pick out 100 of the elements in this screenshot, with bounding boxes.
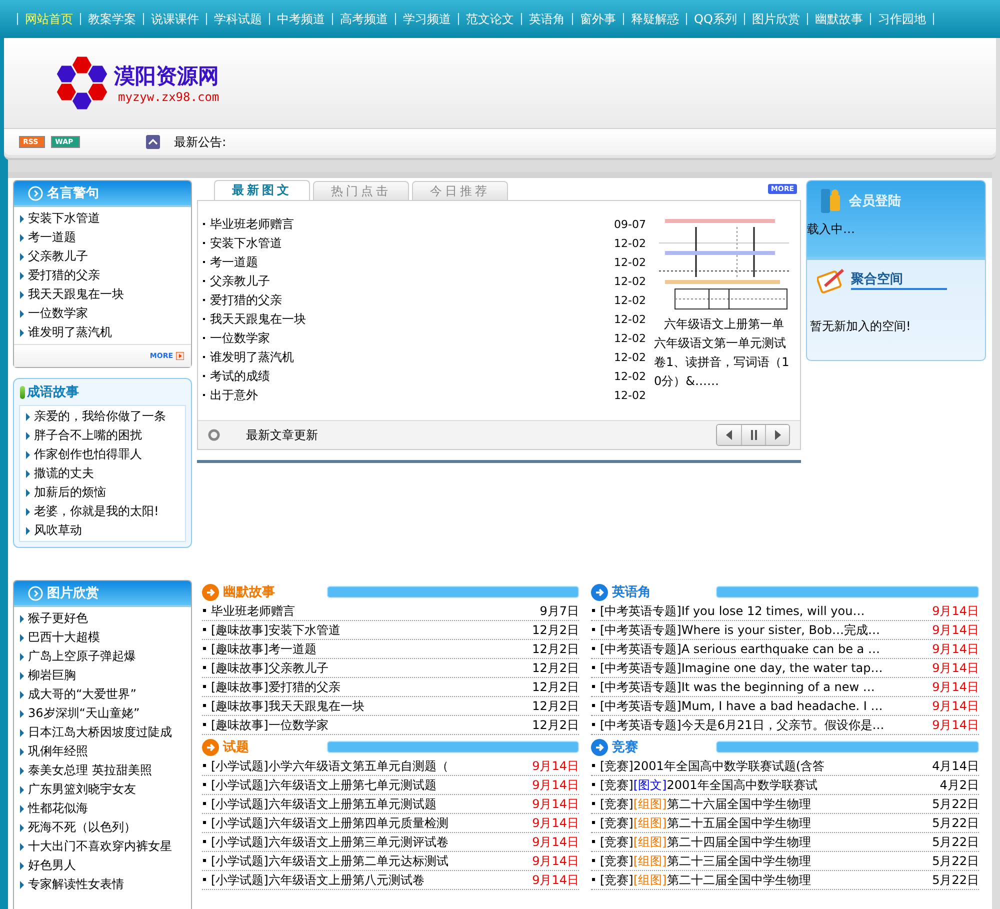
sidebar-link[interactable]: 加薪后的烦恼 [26,483,179,502]
article-link[interactable]: [中考英语专题]It was the beginning of a new … [591,678,928,696]
article-date: 12月2日 [531,640,579,658]
article-link[interactable]: 爱打猎的父亲 [202,292,614,309]
tab[interactable]: 最新图文 [214,180,310,200]
sidebar-link[interactable]: 十大出门不喜欢穿内裤女星 [20,837,185,856]
article-date: 12-02 [614,389,646,402]
article-link[interactable]: 一位数学家 [202,330,614,347]
article-link[interactable]: [小学试题]六年级语文上册第七单元测试题 [202,776,528,794]
article-date: 12-02 [614,370,646,383]
article-link[interactable]: 毕业班老师赠言 [202,602,536,620]
article-link[interactable]: [小学试题]六年级语文上册第四单元质量检测 [202,814,528,832]
article-link[interactable]: 出于意外 [202,387,614,404]
sidebar-link[interactable]: 成大哥的“大爱世界” [20,685,185,704]
sidebar-link[interactable]: 专家解读性女表情 [20,875,185,894]
article-date: 12-02 [614,332,646,345]
sidebar-link[interactable]: 作家创作也怕得罪人 [26,445,179,464]
article-date: 9月14日 [531,872,579,888]
article-link[interactable]: [小学试题]六年级语文上册第三单元测评试卷 [202,834,528,850]
article-link[interactable]: [竞赛][组图]第二十六届全国中学生物理 [591,796,928,812]
article-link[interactable]: [趣味故事]考一道题 [202,640,528,658]
panel-title: 名言警句 [47,184,99,202]
sidebar-link[interactable]: 广岛上空原子弹起爆 [20,647,185,666]
article-link[interactable]: [中考英语专题]Imagine one day, the water tap… [591,660,928,676]
article-date: 9月14日 [931,698,979,714]
article-link[interactable]: [趣味故事]我天天跟鬼在一块 [202,698,528,714]
sidebar-link[interactable]: 广东男篮刘晓宇女友 [20,780,185,799]
article-date: 9月14日 [531,776,579,794]
sidebar-link[interactable]: 考一道题 [20,228,185,247]
article-date: 12月2日 [531,698,579,714]
ring-icon [208,429,220,441]
article-link[interactable]: 我天天跟鬼在一块 [202,311,614,328]
article-link[interactable]: [趣味故事]父亲教儿子 [202,660,528,676]
chevron-icon[interactable] [146,135,160,149]
article-link[interactable]: [竞赛]2001年全国高中数学联赛试题(含答 [591,758,928,774]
next-button[interactable] [765,425,789,445]
article-link[interactable]: [小学试题]六年级语文上册第五单元测试题 [202,796,528,812]
sidebar-link[interactable]: 猴子更好色 [20,609,185,628]
article-date: 12-02 [614,294,646,307]
panel-title: 聚合空间 [851,270,947,290]
sidebar-link[interactable]: 撒谎的丈夫 [26,464,179,483]
article-link[interactable]: [中考英语专题]今天是6月21日，父亲节。假设你是… [591,716,928,734]
sidebar-link[interactable]: 谁发明了蒸汽机 [20,323,185,342]
section-title: 试题 [223,739,250,756]
article-link[interactable]: 父亲教儿子 [202,273,614,290]
article-link[interactable]: [小学试题]小学六年级语文第五单元自测题（ [202,758,528,774]
article-link[interactable]: [中考英语专题]A serious earthquake can be a … [591,640,928,658]
previous-button[interactable] [717,425,741,445]
article-date: 12月2日 [531,678,579,696]
article-link[interactable]: [趣味故事]安装下水管道 [202,622,528,638]
article-link[interactable]: [竞赛][组图]第二十五届全国中学生物理 [591,814,928,832]
article-link[interactable]: [小学试题]六年级语文上册第二单元达标测试 [202,852,528,870]
picture-caption[interactable]: 六年级语文上册第一单 [664,315,784,334]
article-date: 12-02 [614,237,646,250]
article-link[interactable]: 考一道题 [202,254,614,271]
sidebar-link[interactable]: 风吹草动 [26,521,179,540]
previous-icon [725,430,733,440]
bar-icon [20,386,25,398]
sidebar-link[interactable]: 性都花似海 [20,799,185,818]
sidebar-link[interactable]: 一位数学家 [20,304,185,323]
article-link[interactable]: [趣味故事]一位数学家 [202,716,528,734]
arrow-icon [176,352,184,360]
sidebar-link[interactable]: 安装下水管道 [20,209,185,228]
article-link[interactable]: [小学试题]六年级语文上册第八元测试卷 [202,872,528,888]
article-date: 9月7日 [538,602,579,620]
sidebar-link[interactable]: 柳岩巨胸 [20,666,185,685]
article-link[interactable]: 安装下水管道 [202,235,614,252]
article-link[interactable]: 考试的成绩 [202,368,614,385]
loading-text: 载入中… [807,221,856,238]
sidebar-link[interactable]: 我天天跟鬼在一块 [20,285,185,304]
sidebar-link[interactable]: 巩俐年经照 [20,742,185,761]
sidebar-link[interactable]: 好色男人 [20,856,185,875]
article-link[interactable]: [竞赛][组图]第二十二届全国中学生物理 [591,872,928,888]
article-link[interactable]: [竞赛][图文]2001年全国高中数学联赛试 [591,776,936,794]
article-link[interactable]: 毕业班老师赠言 [202,216,614,233]
sidebar-link[interactable]: 泰美女总理 英拉甜美照 [20,761,185,780]
article-link[interactable]: [竞赛][组图]第二十三届全国中学生物理 [591,852,928,870]
sidebar-link[interactable]: 父亲教儿子 [20,247,185,266]
sidebar-link[interactable]: 巴西十大超模 [20,628,185,647]
article-link[interactable]: [竞赛][组图]第二十四届全国中学生物理 [591,834,928,850]
article-link[interactable]: [中考英语专题]Where is your sister, Bob…完成… [591,622,928,638]
article-link[interactable]: [趣味故事]爱打猎的父亲 [202,678,528,696]
sidebar-link[interactable]: 爱打猎的父亲 [20,266,185,285]
sidebar-link[interactable]: 日本江岛大桥因坡度过陡成 [20,723,185,742]
section-title: 英语角 [612,584,652,601]
article-link[interactable]: [中考英语专题]Mum, I have a bad headache. I … [591,698,928,714]
pause-button[interactable] [741,425,765,445]
sidebar-link[interactable]: 老婆，你就是我的太阳! [26,502,179,521]
article-date: 12月2日 [531,716,579,734]
article-date: 4月2日 [938,776,979,794]
panel-title: 成语故事 [27,384,79,401]
sidebar-link[interactable]: 胖子合不上嘴的困扰 [26,426,179,445]
pause-icon [750,430,758,440]
sidebar-link[interactable]: 亲爱的，我给你做了一条 [26,407,179,426]
article-link[interactable]: [中考英语专题]If you lose 12 times, will you… [591,602,928,620]
article-link[interactable]: 谁发明了蒸汽机 [202,349,614,366]
sidebar-link[interactable]: 36岁深圳“天山童姥” [20,704,185,723]
next-icon [774,430,782,440]
sidebar-link[interactable]: 死海不死（以色列） [20,818,185,837]
panel-title: 图片欣赏 [47,585,99,602]
